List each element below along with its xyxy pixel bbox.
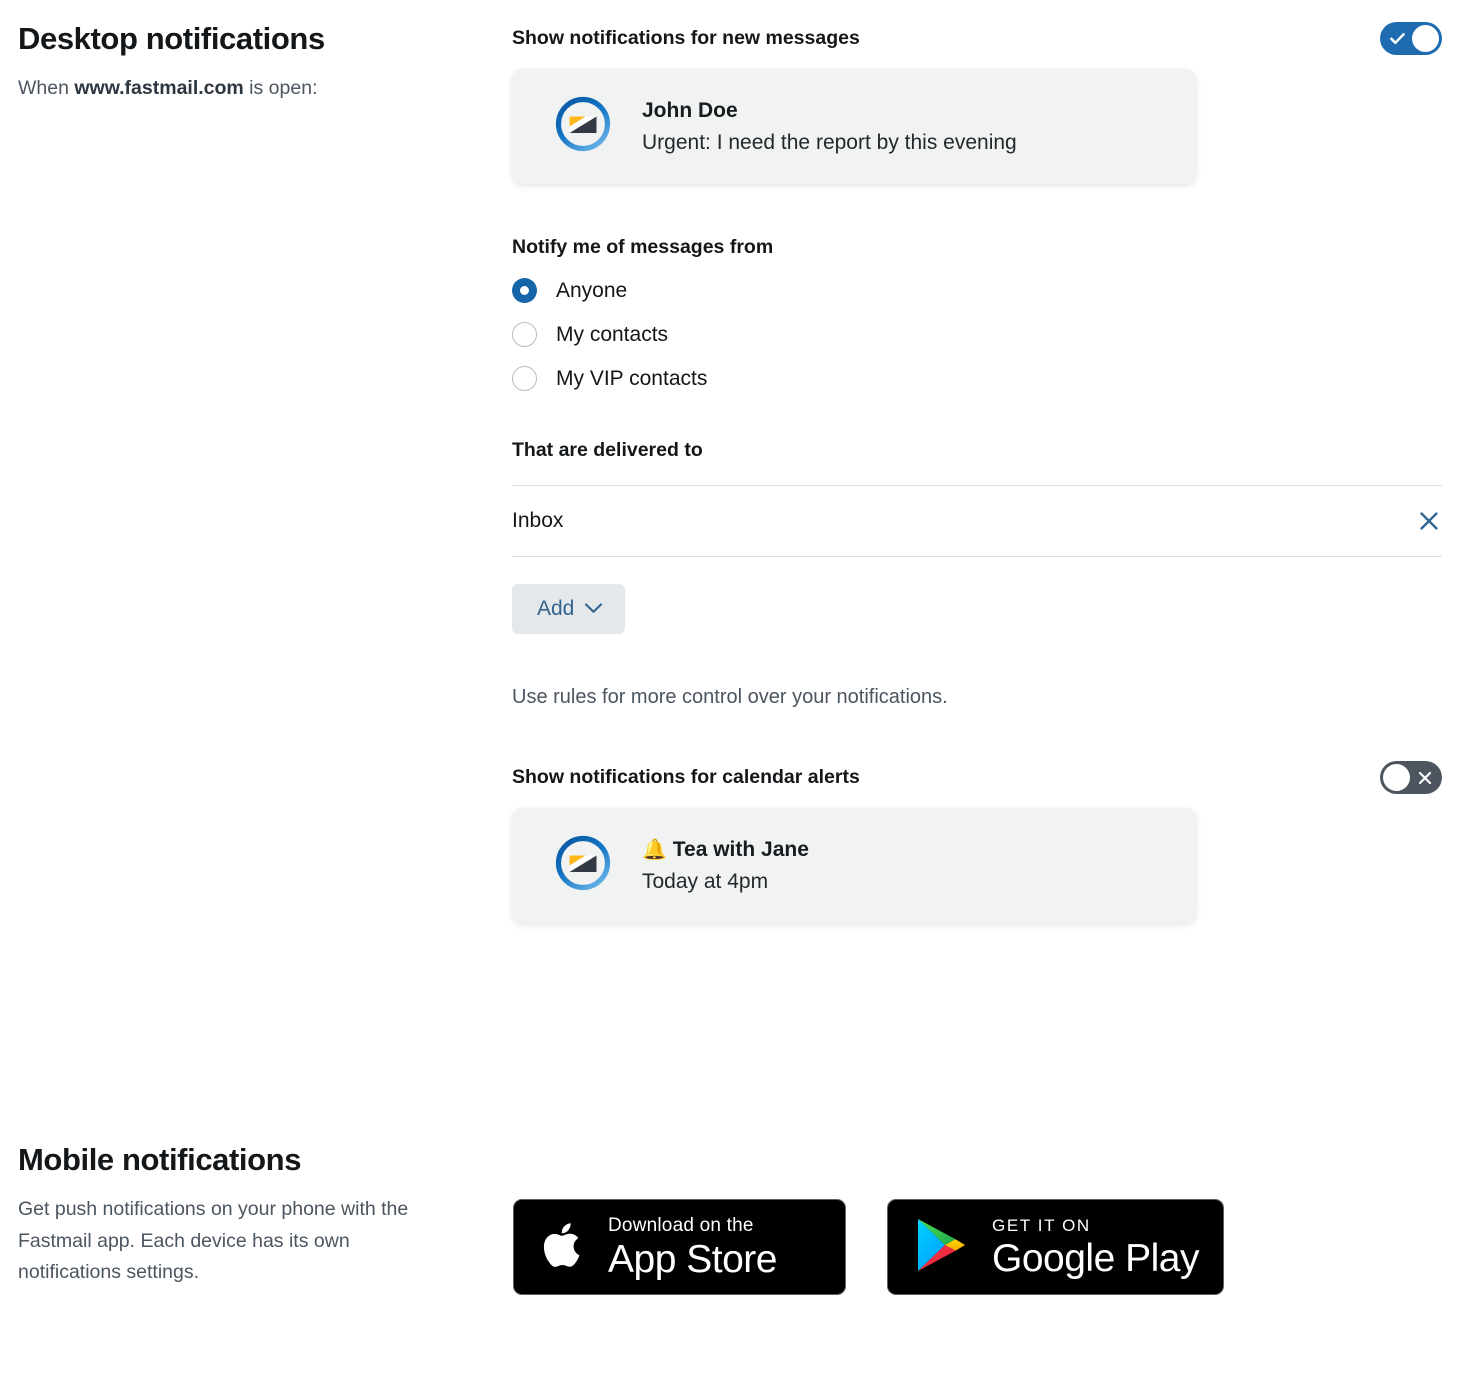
calendar-preview-text: 🔔 Tea with Jane Today at 4pm xyxy=(642,839,809,892)
add-folder-button[interactable]: Add xyxy=(512,584,626,634)
settings-main-column: Show notifications for new messages John… xyxy=(512,0,1442,923)
desktop-notifications-description: When www.fastmail.com is open: xyxy=(18,73,438,105)
delivered-to-label: That are delivered to xyxy=(512,439,703,461)
app-store-badge-text: Download on the App Store xyxy=(608,1216,777,1279)
radio-indicator xyxy=(512,366,537,391)
radio-option-my-vip-contacts[interactable]: My VIP contacts xyxy=(512,366,842,391)
calendar-alerts-label: Show notifications for calendar alerts xyxy=(512,766,860,788)
add-button-label: Add xyxy=(537,597,575,620)
google-play-icon xyxy=(912,1214,970,1281)
new-messages-setting-row: Show notifications for new messages xyxy=(512,22,1442,55)
radio-label: Anyone xyxy=(556,278,628,302)
radio-label: My VIP contacts xyxy=(556,366,708,390)
close-icon xyxy=(1416,512,1442,537)
calendar-alerts-setting-row: Show notifications for calendar alerts xyxy=(512,761,1442,794)
delivered-to-group: That are delivered to Inbox Add Use rule… xyxy=(512,439,1442,709)
notify-from-group: Notify me of messages from Anyone My con… xyxy=(512,236,1442,391)
close-icon xyxy=(1410,761,1440,794)
fastmail-logo-icon xyxy=(554,95,612,158)
mobile-notifications-description: Get push notifications on your phone wit… xyxy=(18,1198,409,1284)
app-store-small-label: Download on the xyxy=(608,1214,754,1236)
desc-suffix: is open: xyxy=(243,77,318,100)
google-play-big-label: Google Play xyxy=(992,1236,1199,1280)
new-message-preview-card: John Doe Urgent: I need the report by th… xyxy=(512,69,1196,184)
google-play-small-label: GET IT ON xyxy=(992,1215,1091,1235)
google-play-badge[interactable]: GET IT ON Google Play xyxy=(887,1199,1224,1295)
delivered-to-item-name: Inbox xyxy=(512,509,564,532)
desc-prefix: When xyxy=(18,77,75,100)
radio-option-my-contacts[interactable]: My contacts xyxy=(512,322,842,347)
fastmail-logo-icon xyxy=(554,834,612,897)
radio-option-anyone[interactable]: Anyone xyxy=(512,278,842,303)
toggle-knob xyxy=(1412,25,1439,52)
rules-note: Use rules for more control over your not… xyxy=(512,686,948,708)
app-store-badges: Download on the App Store GET IT ON Goog… xyxy=(513,1199,1224,1295)
list-item: Inbox xyxy=(512,485,1442,557)
preview-body: Urgent: I need the report by this evenin… xyxy=(642,131,1017,154)
google-play-badge-text: GET IT ON Google Play xyxy=(992,1217,1199,1278)
calendar-preview-title: 🔔 Tea with Jane xyxy=(642,839,809,860)
new-message-preview-text: John Doe Urgent: I need the report by th… xyxy=(642,100,1017,153)
notify-from-label: Notify me of messages from xyxy=(512,236,774,258)
calendar-event-name: Tea with Jane xyxy=(672,838,809,861)
calendar-alert-preview-card: 🔔 Tea with Jane Today at 4pm xyxy=(512,808,1196,923)
calendar-preview-body: Today at 4pm xyxy=(642,870,769,893)
desc-domain: www.fastmail.com xyxy=(74,77,244,100)
new-messages-label: Show notifications for new messages xyxy=(512,27,860,49)
notifications-settings-page: Desktop notifications When www.fastmail.… xyxy=(0,0,1472,1388)
new-messages-toggle[interactable] xyxy=(1380,22,1442,55)
delivered-to-list: Inbox xyxy=(512,485,1442,557)
app-store-big-label: App Store xyxy=(608,1237,777,1281)
bell-icon: 🔔 xyxy=(642,839,667,861)
desktop-notifications-title: Desktop notifications xyxy=(18,21,325,56)
remove-delivered-to-button[interactable] xyxy=(1416,508,1442,534)
apple-logo-icon xyxy=(540,1216,588,1279)
desktop-notifications-intro: Desktop notifications When www.fastmail.… xyxy=(18,21,438,105)
check-icon xyxy=(1382,22,1412,55)
toggle-knob xyxy=(1383,764,1410,791)
radio-indicator xyxy=(512,278,537,303)
radio-indicator xyxy=(512,322,537,347)
chevron-down-icon xyxy=(584,602,603,617)
mobile-notifications-title: Mobile notifications xyxy=(18,1142,302,1177)
radio-label: My contacts xyxy=(556,322,669,346)
calendar-alerts-toggle[interactable] xyxy=(1380,761,1442,794)
preview-sender: John Doe xyxy=(642,99,738,122)
mobile-notifications-intro: Mobile notifications Get push notificati… xyxy=(18,1142,438,1289)
app-store-badge[interactable]: Download on the App Store xyxy=(513,1199,846,1295)
